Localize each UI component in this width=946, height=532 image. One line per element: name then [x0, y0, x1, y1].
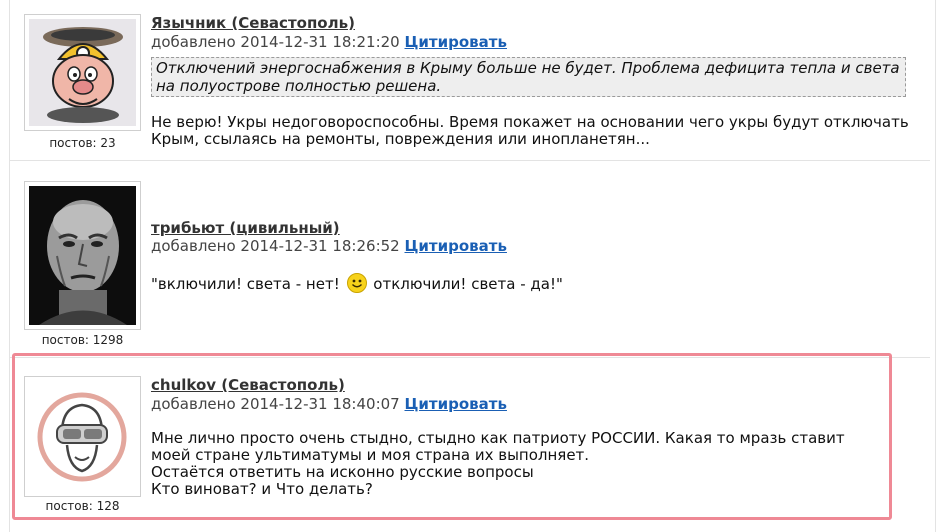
post-count: постов: 128: [45, 499, 120, 513]
smiley-icon: [346, 273, 367, 293]
quote-button[interactable]: Цитировать: [405, 33, 507, 51]
author-link[interactable]: chulkov (Севастополь): [151, 376, 345, 394]
right-border: [935, 0, 936, 532]
post-text-line: Остаётся ответить на исконно русские воп…: [151, 463, 534, 481]
post-meta: добавлено 2014-12-31 18:26:52 Цитировать: [151, 237, 507, 255]
post-meta: добавлено 2014-12-31 18:21:20 Цитировать: [151, 33, 507, 51]
post-text-line: Мне лично просто очень стыдно, стыдно ка…: [151, 429, 845, 464]
avatar[interactable]: [24, 181, 141, 330]
post-date: добавлено 2014-12-31 18:26:52: [151, 237, 400, 255]
post-text: "включили! света - нет! отключили! света…: [151, 273, 911, 293]
post-date: добавлено 2014-12-31 18:21:20: [151, 33, 400, 51]
post-divider: [10, 160, 930, 161]
post-text-line: Кто виноват? и Что делать?: [151, 480, 373, 498]
quote-button[interactable]: Цитировать: [405, 237, 507, 255]
post-date: добавлено 2014-12-31 18:40:07: [151, 395, 400, 413]
avatar[interactable]: [24, 376, 141, 497]
quote-block: Отключений энергоснабжения в Крыму больш…: [151, 57, 906, 97]
post-text-part: "включили! света - нет!: [151, 275, 340, 293]
post-divider: [10, 357, 930, 358]
miner-pig-icon: [29, 19, 136, 126]
old-man-portrait-icon: [29, 186, 136, 325]
post-meta: добавлено 2014-12-31 18:40:07 Цитировать: [151, 395, 507, 413]
author-link[interactable]: Язычник (Севастополь): [151, 14, 355, 32]
goggles-face-icon: [29, 381, 136, 492]
post-text: Мне лично просто очень стыдно, стыдно ка…: [151, 430, 886, 498]
avatar[interactable]: [24, 14, 141, 131]
left-border: [9, 0, 10, 532]
post-text-part: отключили! света - да!": [373, 275, 563, 293]
post-count: постов: 23: [49, 136, 116, 150]
post-text: Не верю! Укры недоговороспособны. Время …: [151, 113, 909, 148]
quote-button[interactable]: Цитировать: [405, 395, 507, 413]
post-count: постов: 1298: [41, 333, 124, 347]
author-link[interactable]: трибьют (цивильный): [151, 219, 340, 237]
